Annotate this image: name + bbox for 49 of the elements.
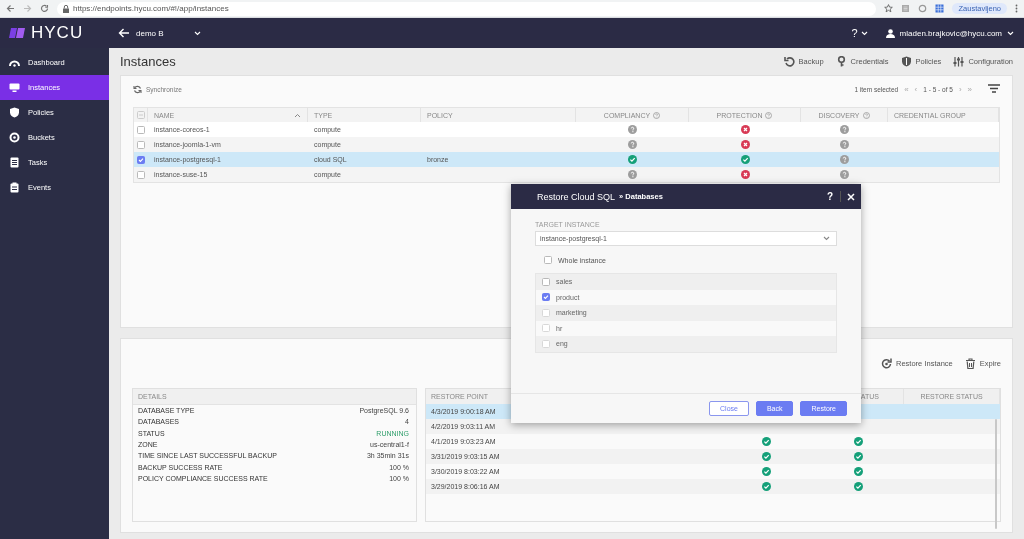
shield-icon	[9, 107, 20, 118]
checkbox-icon[interactable]	[137, 170, 145, 179]
checkbox-icon[interactable]	[544, 256, 552, 264]
extension-icon[interactable]	[918, 4, 928, 13]
project-dropdown[interactable]: demo B	[136, 28, 266, 38]
more-menu-icon[interactable]	[1015, 4, 1018, 13]
key-icon	[835, 56, 847, 67]
checkbox-icon[interactable]	[137, 140, 145, 149]
grid-icon[interactable]	[935, 4, 945, 13]
dialog-title: Restore Cloud SQL	[537, 191, 616, 202]
filter-icon[interactable]	[988, 84, 1000, 94]
help-menu[interactable]: ?	[851, 27, 868, 39]
help-circle-icon	[862, 111, 870, 119]
shield-icon	[900, 56, 912, 67]
address-bar[interactable]: https://endpoints.hycu.com/#!/app/instances	[57, 1, 877, 16]
restore-icon	[881, 357, 893, 369]
extension-icon[interactable]	[901, 4, 911, 13]
sliders-icon	[953, 56, 965, 67]
sync-icon	[133, 84, 142, 94]
help-circle-icon	[653, 111, 661, 119]
help-circle-icon	[765, 111, 773, 119]
backup-icon	[783, 56, 795, 67]
forward-arrow-icon[interactable]	[23, 4, 32, 13]
close-icon[interactable]	[847, 192, 855, 201]
clipboard-icon	[9, 157, 20, 168]
ring-icon	[9, 132, 20, 143]
lock-icon	[63, 4, 69, 13]
checkbox-icon[interactable]	[542, 324, 550, 333]
user-menu[interactable]: mladen.brajkovic@hycu.com	[885, 28, 1014, 38]
checkbox-icon[interactable]	[542, 339, 550, 348]
user-icon	[885, 28, 895, 38]
checkbox-icon[interactable]	[542, 308, 550, 317]
url-text: https://endpoints.hycu.com/#!/app/instances	[73, 4, 229, 13]
monitor-icon	[9, 82, 20, 93]
help-button[interactable]: ?	[819, 191, 841, 202]
checked-checkbox-icon[interactable]	[542, 293, 550, 302]
logo-text: HYCU	[31, 23, 84, 43]
checkbox-icon[interactable]	[542, 277, 550, 286]
trash-icon	[964, 357, 976, 369]
scrollbar[interactable]	[995, 419, 997, 529]
logo-mark-icon	[8, 27, 26, 39]
sort-ascending-icon[interactable]	[294, 112, 301, 118]
page-title: Instances	[120, 54, 177, 69]
reload-icon[interactable]	[40, 4, 49, 13]
checked-checkbox-icon[interactable]	[137, 155, 145, 164]
checkbox-icon[interactable]	[137, 125, 145, 134]
clipboard-icon	[9, 182, 20, 193]
select-all-checkbox-icon[interactable]	[136, 111, 145, 119]
star-icon[interactable]	[884, 4, 894, 13]
